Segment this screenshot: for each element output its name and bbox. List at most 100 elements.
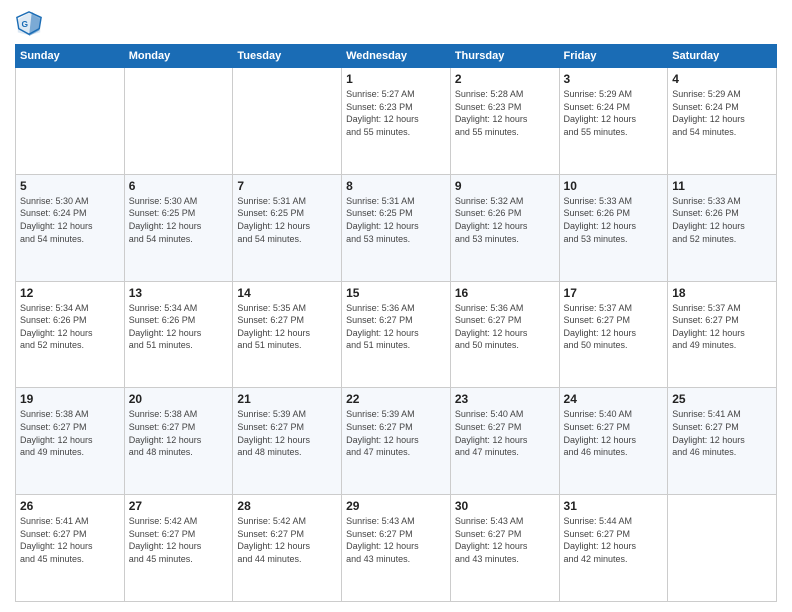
day-number: 29: [346, 499, 446, 513]
day-info: Sunrise: 5:28 AM Sunset: 6:23 PM Dayligh…: [455, 88, 555, 138]
day-info: Sunrise: 5:33 AM Sunset: 6:26 PM Dayligh…: [564, 195, 664, 245]
day-number: 1: [346, 72, 446, 86]
calendar-cell: 26 Sunrise: 5:41 AM Sunset: 6:27 PM Dayli…: [16, 495, 125, 602]
calendar-cell: 3Sunrise: 5:29 AM Sunset: 6:24 PM Daylig…: [559, 68, 668, 175]
calendar-cell: 11 Sunrise: 5:33 AM Sunset: 6:26 PM Dayli…: [668, 174, 777, 281]
day-info: Sunrise: 5:30 AM Sunset: 6:25 PM Dayligh…: [129, 195, 229, 245]
day-info: Sunrise: 5:30 AM Sunset: 6:24 PM Dayligh…: [20, 195, 120, 245]
calendar-cell: 1 Sunrise: 5:27 AM Sunset: 6:23 PM Daylig…: [342, 68, 451, 175]
day-info: Sunrise: 5:32 AM Sunset: 6:26 PM Dayligh…: [455, 195, 555, 245]
calendar-cell: [233, 68, 342, 175]
calendar-header-row: SundayMondayTuesdayWednesdayThursdayFrid…: [16, 45, 777, 68]
day-number: 11: [672, 179, 772, 193]
day-number: 4: [672, 72, 772, 86]
calendar-week-row: 5 Sunrise: 5:30 AM Sunset: 6:24 PM Daylig…: [16, 174, 777, 281]
calendar-cell: 27 Sunrise: 5:42 AM Sunset: 6:27 PM Dayli…: [124, 495, 233, 602]
day-info: Sunrise: 5:43 AM Sunset: 6:27 PM Dayligh…: [346, 515, 446, 565]
day-number: 15: [346, 286, 446, 300]
day-number: 3: [564, 72, 664, 86]
calendar-cell: 12Sunrise: 5:34 AM Sunset: 6:26 PM Dayli…: [16, 281, 125, 388]
day-info: Sunrise: 5:36 AM Sunset: 6:27 PM Dayligh…: [346, 302, 446, 352]
calendar-cell: 18 Sunrise: 5:37 AM Sunset: 6:27 PM Dayli…: [668, 281, 777, 388]
day-info: Sunrise: 5:35 AM Sunset: 6:27 PM Dayligh…: [237, 302, 337, 352]
day-number: 22: [346, 392, 446, 406]
calendar-cell: 9 Sunrise: 5:32 AM Sunset: 6:26 PM Daylig…: [450, 174, 559, 281]
header: G: [15, 10, 777, 38]
logo: G: [15, 10, 47, 38]
calendar-cell: 21 Sunrise: 5:39 AM Sunset: 6:27 PM Dayli…: [233, 388, 342, 495]
day-info: Sunrise: 5:29 AM Sunset: 6:24 PM Dayligh…: [672, 88, 772, 138]
calendar-day-header: Saturday: [668, 45, 777, 68]
day-info: Sunrise: 5:41 AM Sunset: 6:27 PM Dayligh…: [672, 408, 772, 458]
day-number: 12: [20, 286, 120, 300]
calendar-cell: [16, 68, 125, 175]
calendar-cell: 16Sunrise: 5:36 AM Sunset: 6:27 PM Dayli…: [450, 281, 559, 388]
day-info: Sunrise: 5:31 AM Sunset: 6:25 PM Dayligh…: [237, 195, 337, 245]
day-number: 25: [672, 392, 772, 406]
day-number: 31: [564, 499, 664, 513]
calendar-cell: 31 Sunrise: 5:44 AM Sunset: 6:27 PM Dayli…: [559, 495, 668, 602]
day-info: Sunrise: 5:37 AM Sunset: 6:27 PM Dayligh…: [672, 302, 772, 352]
calendar-cell: [124, 68, 233, 175]
calendar-cell: 7 Sunrise: 5:31 AM Sunset: 6:25 PM Daylig…: [233, 174, 342, 281]
calendar-cell: 5 Sunrise: 5:30 AM Sunset: 6:24 PM Daylig…: [16, 174, 125, 281]
calendar-table: SundayMondayTuesdayWednesdayThursdayFrid…: [15, 44, 777, 602]
day-info: Sunrise: 5:44 AM Sunset: 6:27 PM Dayligh…: [564, 515, 664, 565]
day-number: 7: [237, 179, 337, 193]
day-number: 13: [129, 286, 229, 300]
calendar-day-header: Monday: [124, 45, 233, 68]
calendar-week-row: 1 Sunrise: 5:27 AM Sunset: 6:23 PM Daylig…: [16, 68, 777, 175]
day-number: 19: [20, 392, 120, 406]
calendar-day-header: Sunday: [16, 45, 125, 68]
calendar-cell: 8Sunrise: 5:31 AM Sunset: 6:25 PM Daylig…: [342, 174, 451, 281]
day-info: Sunrise: 5:37 AM Sunset: 6:27 PM Dayligh…: [564, 302, 664, 352]
calendar-cell: 4 Sunrise: 5:29 AM Sunset: 6:24 PM Daylig…: [668, 68, 777, 175]
day-info: Sunrise: 5:40 AM Sunset: 6:27 PM Dayligh…: [564, 408, 664, 458]
calendar-cell: 23 Sunrise: 5:40 AM Sunset: 6:27 PM Dayli…: [450, 388, 559, 495]
calendar-cell: 17 Sunrise: 5:37 AM Sunset: 6:27 PM Dayli…: [559, 281, 668, 388]
day-info: Sunrise: 5:43 AM Sunset: 6:27 PM Dayligh…: [455, 515, 555, 565]
calendar-cell: 14 Sunrise: 5:35 AM Sunset: 6:27 PM Dayli…: [233, 281, 342, 388]
day-info: Sunrise: 5:38 AM Sunset: 6:27 PM Dayligh…: [20, 408, 120, 458]
day-number: 2: [455, 72, 555, 86]
day-info: Sunrise: 5:34 AM Sunset: 6:26 PM Dayligh…: [129, 302, 229, 352]
day-info: Sunrise: 5:39 AM Sunset: 6:27 PM Dayligh…: [237, 408, 337, 458]
day-number: 5: [20, 179, 120, 193]
day-number: 20: [129, 392, 229, 406]
calendar-cell: 22Sunrise: 5:39 AM Sunset: 6:27 PM Dayli…: [342, 388, 451, 495]
day-info: Sunrise: 5:36 AM Sunset: 6:27 PM Dayligh…: [455, 302, 555, 352]
day-number: 17: [564, 286, 664, 300]
calendar-cell: 20 Sunrise: 5:38 AM Sunset: 6:27 PM Dayli…: [124, 388, 233, 495]
svg-text:G: G: [22, 19, 29, 29]
logo-icon: G: [15, 10, 43, 38]
calendar-day-header: Friday: [559, 45, 668, 68]
day-info: Sunrise: 5:27 AM Sunset: 6:23 PM Dayligh…: [346, 88, 446, 138]
calendar-week-row: 19 Sunrise: 5:38 AM Sunset: 6:27 PM Dayli…: [16, 388, 777, 495]
calendar-day-header: Thursday: [450, 45, 559, 68]
day-info: Sunrise: 5:40 AM Sunset: 6:27 PM Dayligh…: [455, 408, 555, 458]
page: G SundayMondayTuesdayWednesdayThursdayFr…: [0, 0, 792, 612]
day-number: 10: [564, 179, 664, 193]
day-number: 30: [455, 499, 555, 513]
day-number: 21: [237, 392, 337, 406]
day-info: Sunrise: 5:42 AM Sunset: 6:27 PM Dayligh…: [237, 515, 337, 565]
day-info: Sunrise: 5:38 AM Sunset: 6:27 PM Dayligh…: [129, 408, 229, 458]
day-info: Sunrise: 5:42 AM Sunset: 6:27 PM Dayligh…: [129, 515, 229, 565]
calendar-cell: 10 Sunrise: 5:33 AM Sunset: 6:26 PM Dayli…: [559, 174, 668, 281]
day-number: 18: [672, 286, 772, 300]
day-number: 8: [346, 179, 446, 193]
day-info: Sunrise: 5:33 AM Sunset: 6:26 PM Dayligh…: [672, 195, 772, 245]
day-number: 26: [20, 499, 120, 513]
day-number: 24: [564, 392, 664, 406]
day-info: Sunrise: 5:41 AM Sunset: 6:27 PM Dayligh…: [20, 515, 120, 565]
calendar-cell: 19 Sunrise: 5:38 AM Sunset: 6:27 PM Dayli…: [16, 388, 125, 495]
calendar-cell: 13 Sunrise: 5:34 AM Sunset: 6:26 PM Dayli…: [124, 281, 233, 388]
day-number: 6: [129, 179, 229, 193]
day-number: 9: [455, 179, 555, 193]
day-number: 23: [455, 392, 555, 406]
day-number: 28: [237, 499, 337, 513]
calendar-day-header: Tuesday: [233, 45, 342, 68]
day-number: 27: [129, 499, 229, 513]
day-number: 14: [237, 286, 337, 300]
calendar-cell: 29 Sunrise: 5:43 AM Sunset: 6:27 PM Dayli…: [342, 495, 451, 602]
